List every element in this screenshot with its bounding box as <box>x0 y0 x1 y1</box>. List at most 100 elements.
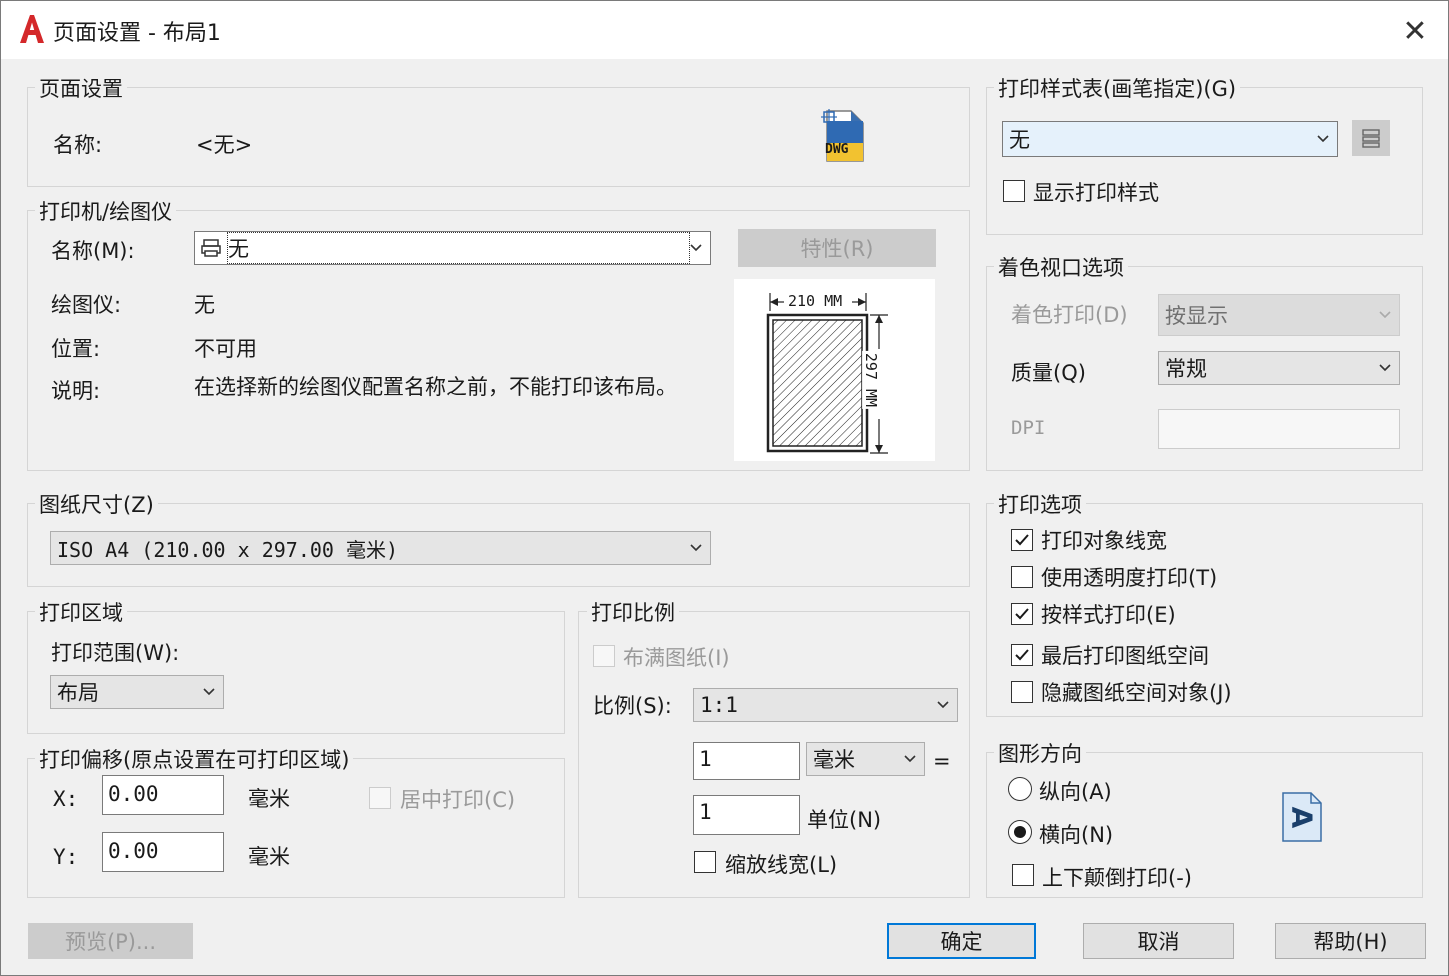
printer-name-select[interactable]: 无 <box>194 231 711 265</box>
printer-device-icon <box>201 238 221 258</box>
shaded-viewport-legend: 着色视口选项 <box>994 252 1128 282</box>
close-icon: ✕ <box>1402 13 1428 49</box>
autocad-logo-icon <box>17 13 47 45</box>
orientation-icon-letter: A <box>1285 806 1319 829</box>
scale-lineweights-label: 缩放线宽(L) <box>725 853 838 877</box>
shade-plot-value: 按显示 <box>1165 304 1228 328</box>
plot-option-row[interactable]: 打印对象线宽 <box>1011 525 1167 555</box>
offset-y-unit: 毫米 <box>248 845 290 869</box>
scale-lineweights-checkbox[interactable] <box>694 851 716 873</box>
dwg-icon-text: DWG <box>825 142 849 157</box>
quality-value: 常规 <box>1165 357 1207 381</box>
chevron-down-icon <box>904 755 916 763</box>
portrait-radio[interactable] <box>1008 777 1032 801</box>
plot-options-legend: 打印选项 <box>994 489 1086 519</box>
plot-option-row[interactable]: 使用透明度打印(T) <box>1011 562 1217 592</box>
scale-mm-input[interactable]: 1 <box>693 742 800 780</box>
quality-label: 质量(Q) <box>1011 361 1086 385</box>
scale-units-input[interactable]: 1 <box>693 795 800 835</box>
plotter-value: 无 <box>194 293 215 317</box>
help-button[interactable]: 帮助(H) <box>1275 923 1426 959</box>
chevron-down-icon <box>690 244 702 252</box>
scale-unit-select[interactable]: 毫米 <box>806 742 925 776</box>
display-plot-styles-label: 显示打印样式 <box>1033 181 1159 205</box>
dwg-file-icon: DWG <box>819 109 867 163</box>
offset-x-input[interactable]: 0.00 <box>102 775 224 815</box>
plot-range-value: 布局 <box>57 681 99 705</box>
dpi-input[interactable] <box>1158 409 1400 449</box>
upside-down-checkbox[interactable] <box>1012 864 1034 886</box>
plot-option-label: 按样式打印(E) <box>1041 603 1176 627</box>
properties-button[interactable]: 特性(R) <box>738 229 936 267</box>
printer-name-label: 名称(M): <box>51 239 135 263</box>
scale-select[interactable]: 1:1 <box>693 688 958 722</box>
plot-style-table-group <box>986 87 1423 235</box>
cancel-button[interactable]: 取消 <box>1083 923 1234 959</box>
portrait-label: 纵向(A) <box>1039 780 1112 804</box>
plot-option-checkbox[interactable] <box>1011 644 1033 666</box>
plot-range-select[interactable]: 布局 <box>50 675 224 709</box>
upside-down-label: 上下颠倒打印(-) <box>1042 866 1192 890</box>
landscape-orientation-icon: A <box>1281 791 1323 843</box>
plot-option-row[interactable]: 按样式打印(E) <box>1011 599 1176 629</box>
paper-width-label: 210 MM <box>786 292 845 310</box>
scale-unit-value: 毫米 <box>813 748 855 772</box>
quality-select[interactable]: 常规 <box>1158 351 1400 385</box>
plot-style-table-legend: 打印样式表(画笔指定)(G) <box>994 73 1241 103</box>
checkmark-icon <box>1015 534 1029 546</box>
shade-plot-label: 着色打印(D) <box>1011 303 1128 327</box>
center-plot-checkbox[interactable] <box>369 787 391 809</box>
location-value: 不可用 <box>194 337 257 361</box>
landscape-radio[interactable] <box>1008 820 1032 844</box>
plot-offset-legend: 打印偏移(原点设置在可打印区域) <box>35 744 354 774</box>
chevron-down-icon <box>1317 135 1329 143</box>
offset-x-unit: 毫米 <box>248 787 290 811</box>
plot-option-checkbox[interactable] <box>1011 566 1033 588</box>
plot-style-table-value: 无 <box>1009 128 1030 152</box>
plot-option-row[interactable]: 隐藏图纸空间对象(J) <box>1011 677 1232 707</box>
preview-button[interactable]: 预览(P)... <box>28 923 193 959</box>
page-setup-name-value: <无> <box>196 133 253 157</box>
scale-value: 1:1 <box>700 693 738 717</box>
dpi-label: DPI <box>1011 417 1046 439</box>
ok-button[interactable]: 确定 <box>887 923 1036 959</box>
window-title: 页面设置 - 布局1 <box>53 21 221 46</box>
plot-style-table-select[interactable]: 无 <box>1002 121 1338 157</box>
display-plot-styles-checkbox[interactable] <box>1003 180 1025 202</box>
shade-plot-select[interactable]: 按显示 <box>1158 294 1400 336</box>
edit-plot-style-button[interactable] <box>1352 120 1390 156</box>
scale-units-label: 单位(N) <box>807 808 882 832</box>
chevron-down-icon <box>203 688 215 696</box>
offset-x-label: X: <box>53 787 79 811</box>
plot-option-checkbox[interactable] <box>1011 681 1033 703</box>
plot-option-label: 隐藏图纸空间对象(J) <box>1041 681 1232 705</box>
center-plot-label: 居中打印(C) <box>400 788 516 812</box>
description-value: 在选择新的绘图仪配置名称之前，不能打印该布局。 <box>194 375 677 399</box>
plot-option-label: 打印对象线宽 <box>1041 529 1167 553</box>
chevron-down-icon <box>1379 311 1391 319</box>
offset-y-input[interactable]: 0.00 <box>102 832 224 872</box>
chevron-down-icon <box>1379 364 1391 372</box>
plot-option-checkbox[interactable] <box>1011 529 1033 551</box>
plot-option-label: 使用透明度打印(T) <box>1041 566 1218 590</box>
plotter-label: 绘图仪: <box>51 293 122 317</box>
plot-area-legend: 打印区域 <box>35 597 127 627</box>
plot-option-row[interactable]: 最后打印图纸空间 <box>1011 640 1209 670</box>
plot-scale-legend: 打印比例 <box>587 597 679 627</box>
equals-sign: = <box>933 749 951 773</box>
paper-height-label: 297 MM <box>862 350 881 410</box>
paper-size-select[interactable]: ISO A4 (210.00 x 297.00 毫米) <box>50 531 711 565</box>
paper-size-value: ISO A4 (210.00 x 297.00 毫米) <box>57 537 399 562</box>
plot-style-edit-icon <box>1362 129 1380 148</box>
chevron-down-icon <box>937 701 949 709</box>
paper-size-legend: 图纸尺寸(Z) <box>35 489 158 519</box>
plot-option-checkbox[interactable] <box>1011 603 1033 625</box>
page-setup-dialog: 页面设置 - 布局1 ✕ 页面设置 名称: <无> DWG 打印机/绘图仪 名称… <box>0 0 1449 976</box>
page-setup-name-label: 名称: <box>53 133 103 157</box>
description-label: 说明: <box>51 379 101 403</box>
plot-option-label: 最后打印图纸空间 <box>1041 644 1209 668</box>
close-button[interactable]: ✕ <box>1395 11 1435 51</box>
landscape-label: 横向(N) <box>1039 823 1114 847</box>
fit-to-paper-checkbox[interactable] <box>593 645 615 667</box>
scale-label: 比例(S): <box>593 694 672 718</box>
